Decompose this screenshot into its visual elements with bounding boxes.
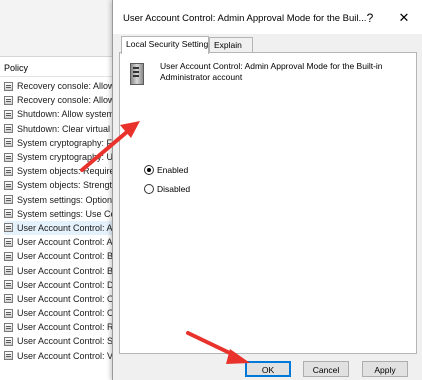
policy-row[interactable]: Recovery console: Allow (4, 93, 112, 107)
disabled-label: Disabled (157, 184, 191, 194)
help-button[interactable]: ? (361, 9, 379, 27)
policy-row[interactable]: User Account Control: Vi (4, 349, 112, 363)
policy-label: User Account Control: O (17, 293, 112, 304)
enabled-option[interactable]: Enabled (144, 165, 188, 175)
policy-row[interactable]: User Account Control: Ac (4, 220, 112, 236)
disabled-radio[interactable] (144, 184, 154, 194)
policy-icon (4, 152, 13, 162)
policy-icon (4, 336, 13, 346)
dialog-title: User Account Control: Admin Approval Mod… (123, 13, 367, 24)
policy-label: System cryptography: Us (17, 152, 112, 163)
policy-column-header[interactable]: Policy (4, 63, 28, 73)
policy-row[interactable]: User Account Control: Be (4, 249, 112, 263)
policy-icon (4, 109, 13, 119)
apply-button[interactable]: Apply (362, 361, 408, 377)
policy-label: System settings: Use Cer (17, 208, 112, 219)
policy-row[interactable]: System cryptography: F (4, 136, 112, 150)
ok-button[interactable]: OK (245, 361, 291, 377)
policy-row[interactable]: System settings: Optiona (4, 193, 112, 207)
policy-name: User Account Control: Admin Approval Mod… (160, 61, 383, 82)
policy-row[interactable]: System settings: Use Cer (4, 207, 112, 221)
policy-row[interactable]: Shutdown: Clear virtual r (4, 122, 112, 136)
policy-icon (4, 138, 13, 148)
disabled-option[interactable]: Disabled (144, 184, 190, 194)
policy-label: Recovery console: Allow (17, 95, 112, 106)
policy-label: Shutdown: Clear virtual r (17, 123, 112, 134)
policy-row[interactable]: Shutdown: Allow system (4, 107, 112, 121)
policy-icon (4, 237, 13, 247)
policy-label: User Account Control: Ac (17, 222, 112, 233)
policy-label: User Account Control: De (17, 279, 112, 290)
policy-row[interactable]: User Account Control: Al (4, 235, 112, 249)
policy-label: System settings: Optiona (17, 194, 112, 205)
policy-row[interactable]: System cryptography: Us (4, 150, 112, 164)
policy-label: Recovery console: Allow (17, 81, 112, 92)
header-divider (0, 76, 112, 77)
tab-panel: User Account Control: Admin Approval Mod… (119, 52, 417, 354)
tab-explain[interactable]: Explain (209, 37, 253, 53)
policy-label: User Account Control: Be (17, 251, 112, 262)
policy-label: User Account Control: Sw (17, 336, 112, 347)
policy-row[interactable]: System objects: Require c (4, 164, 112, 178)
policy-row[interactable]: System objects: Strength (4, 178, 112, 192)
policy-row[interactable]: User Account Control: O (4, 292, 112, 306)
policy-icon (4, 351, 13, 361)
policy-label: User Account Control: Al (17, 237, 112, 248)
policy-row[interactable]: User Account Control: Sw (4, 334, 112, 348)
policy-icon (4, 251, 13, 261)
policy-icon (4, 294, 13, 304)
uac-policy-dialog: User Account Control: Admin Approval Mod… (112, 0, 422, 380)
tab-local-security-setting[interactable]: Local Security Setting (121, 36, 209, 54)
dialog-titlebar[interactable]: User Account Control: Admin Approval Mod… (113, 0, 422, 34)
policy-icon (4, 124, 13, 134)
policy-icon (4, 180, 13, 190)
policy-icon (4, 195, 13, 205)
policy-row[interactable]: User Account Control: Ru (4, 320, 112, 334)
policy-icon (4, 209, 13, 219)
policy-label: User Account Control: Vi (17, 350, 112, 361)
policy-list: Recovery console: Allow Recovery console:… (4, 79, 112, 363)
policy-label: System cryptography: F (17, 137, 112, 148)
policy-icon (4, 166, 13, 176)
policy-label: User Account Control: O (17, 308, 112, 319)
cancel-button[interactable]: Cancel (303, 361, 349, 377)
policy-icon (4, 322, 13, 332)
enabled-radio[interactable] (144, 165, 154, 175)
policy-label: User Account Control: Be (17, 265, 112, 276)
background-toolbar-area (0, 0, 112, 57)
policy-label: System objects: Strength (17, 180, 112, 191)
policy-icon (4, 266, 13, 276)
server-policy-icon (130, 63, 144, 85)
policy-row[interactable]: User Account Control: O (4, 306, 112, 320)
policy-icon (4, 95, 13, 105)
policy-row[interactable]: Recovery console: Allow (4, 79, 112, 93)
policy-icon (4, 223, 13, 233)
policy-row[interactable]: User Account Control: De (4, 278, 112, 292)
close-button[interactable]: ✕ (395, 9, 413, 27)
policy-label: System objects: Require c (17, 166, 112, 177)
policy-label: Shutdown: Allow system (17, 109, 112, 120)
policy-label: User Account Control: Ru (17, 322, 112, 333)
enabled-label: Enabled (157, 165, 189, 175)
policy-row[interactable]: User Account Control: Be (4, 263, 112, 277)
policy-icon (4, 308, 13, 318)
policy-icon (4, 81, 13, 91)
policy-icon (4, 280, 13, 290)
